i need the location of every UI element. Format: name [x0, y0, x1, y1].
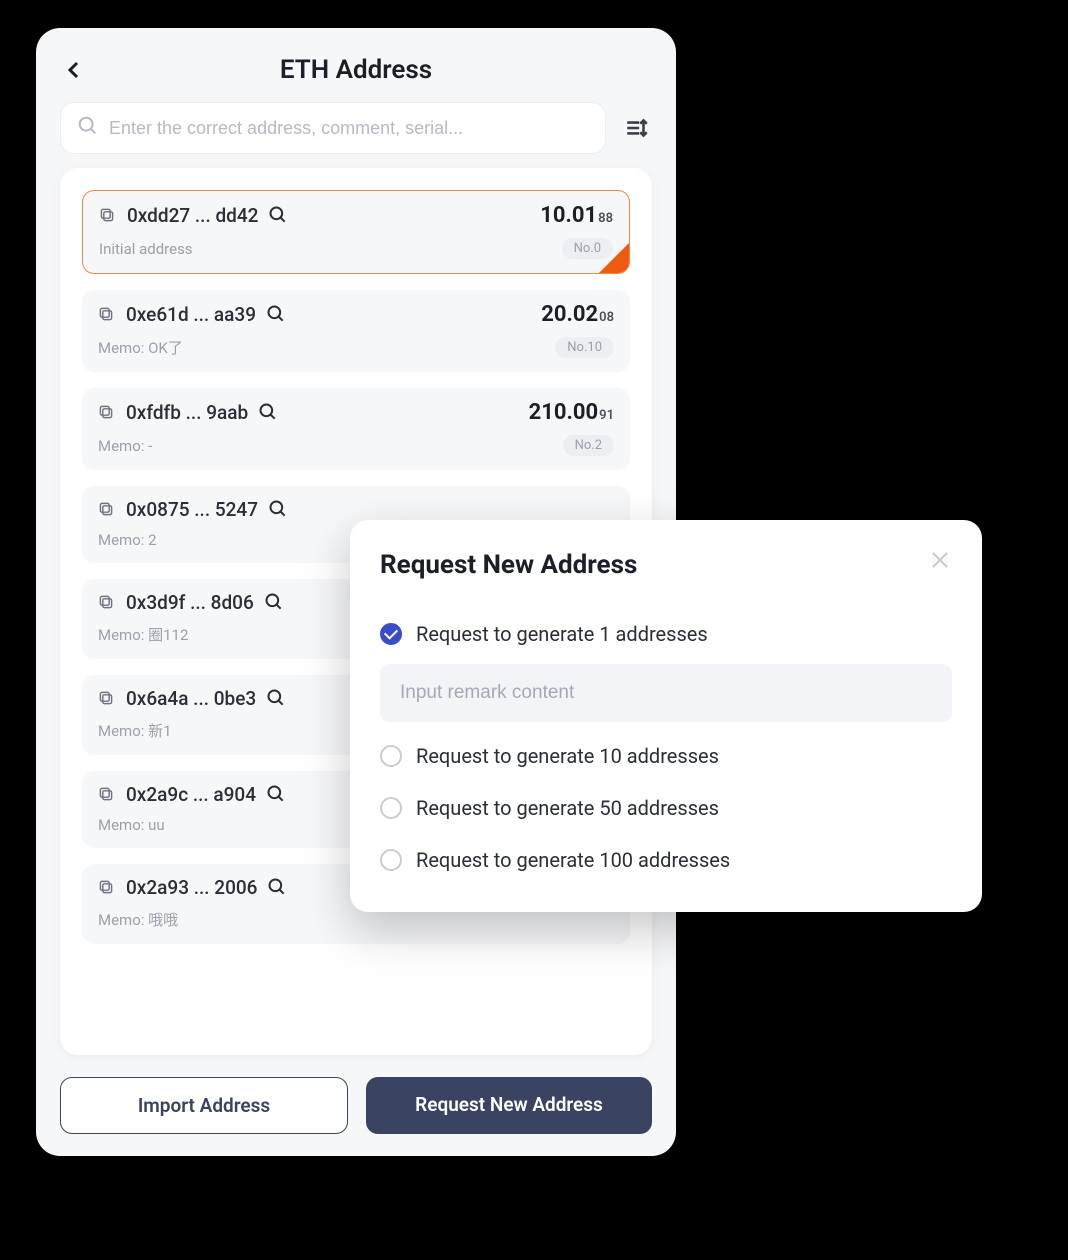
address-card[interactable]: 0xe61d ... aa39 20.0208 Memo: OK了 No.10	[82, 290, 630, 372]
balance-decimals: 08	[599, 310, 614, 325]
request-address-modal: Request New Address Request to generate …	[350, 520, 982, 912]
address-sub-row: Memo: 哦哦	[98, 909, 614, 930]
search-row	[36, 102, 676, 168]
copy-icon[interactable]	[98, 786, 116, 804]
copy-icon[interactable]	[98, 306, 116, 324]
index-badge: No.2	[563, 435, 614, 456]
header: ETH Address	[36, 28, 676, 102]
address-text: 0x2a93 ... 2006	[126, 876, 257, 899]
balance: 20.0208	[541, 302, 614, 327]
address-text: 0xfdfb ... 9aab	[126, 401, 248, 424]
option-label: Request to generate 10 addresses	[416, 744, 719, 768]
generate-option[interactable]: Request to generate 10 addresses	[380, 730, 952, 782]
remark-input[interactable]	[400, 682, 932, 704]
page-title: ETH Address	[36, 55, 676, 85]
address-row: 0xfdfb ... 9aab 210.0091	[98, 400, 614, 425]
back-button[interactable]	[60, 56, 88, 84]
radio-unchecked-icon[interactable]	[380, 849, 402, 871]
memo-text: Memo: -	[98, 437, 152, 455]
copy-icon[interactable]	[98, 879, 116, 897]
index-badge: No.0	[562, 238, 613, 259]
modal-header: Request New Address	[380, 550, 952, 580]
search-icon	[77, 115, 99, 141]
request-new-address-button[interactable]: Request New Address	[366, 1077, 652, 1134]
modal-title: Request New Address	[380, 550, 637, 580]
balance-decimals: 91	[599, 408, 614, 423]
address-row: 0x0875 ... 5247	[98, 498, 614, 521]
lookup-icon[interactable]	[264, 592, 286, 614]
copy-icon[interactable]	[98, 690, 116, 708]
search-field[interactable]	[60, 102, 606, 154]
balance-value: 10.01	[540, 203, 597, 228]
import-address-button[interactable]: Import Address	[60, 1077, 348, 1134]
memo-text: Memo: uu	[98, 816, 165, 834]
radio-checked-icon[interactable]	[380, 623, 402, 645]
generate-option[interactable]: Request to generate 50 addresses	[380, 782, 952, 834]
close-button[interactable]	[930, 550, 952, 572]
address-row: 0xdd27 ... dd42 10.0188	[99, 203, 613, 228]
balance-value: 210.00	[529, 400, 599, 425]
address-text: 0xdd27 ... dd42	[127, 204, 258, 227]
address-text: 0x6a4a ... 0be3	[126, 687, 256, 710]
address-text: 0x3d9f ... 8d06	[126, 591, 254, 614]
lookup-icon[interactable]	[258, 402, 280, 424]
memo-text: Memo: 2	[98, 531, 157, 549]
radio-unchecked-icon[interactable]	[380, 745, 402, 767]
lookup-icon[interactable]	[268, 499, 290, 521]
option-label: Request to generate 1 addresses	[416, 622, 708, 646]
option-label: Request to generate 100 addresses	[416, 848, 730, 872]
balance: 210.0091	[529, 400, 614, 425]
address-card[interactable]: 0xfdfb ... 9aab 210.0091 Memo: - No.2	[82, 388, 630, 470]
copy-icon[interactable]	[98, 594, 116, 612]
address-text: 0xe61d ... aa39	[126, 303, 256, 326]
copy-icon[interactable]	[98, 404, 116, 422]
bottom-bar: Import Address Request New Address	[36, 1055, 676, 1156]
address-sub-row: Initial address No.0	[99, 238, 613, 259]
sort-button[interactable]	[622, 113, 652, 143]
option-label: Request to generate 50 addresses	[416, 796, 719, 820]
search-input[interactable]	[109, 118, 589, 139]
address-text: 0x2a9c ... a904	[126, 783, 256, 806]
address-sub-row: Memo: - No.2	[98, 435, 614, 456]
balance: 10.0188	[540, 203, 613, 228]
address-row: 0xe61d ... aa39 20.0208	[98, 302, 614, 327]
copy-icon[interactable]	[99, 207, 117, 225]
lookup-icon[interactable]	[267, 877, 289, 899]
copy-icon[interactable]	[98, 501, 116, 519]
address-card[interactable]: 0xdd27 ... dd42 10.0188 Initial address No.…	[82, 190, 630, 274]
modal-options: Request to generate 1 addresses Request t…	[380, 608, 952, 886]
generate-option[interactable]: Request to generate 1 addresses	[380, 608, 952, 660]
balance-value: 20.02	[541, 302, 598, 327]
remark-input-container	[380, 664, 952, 722]
memo-text: Memo: 新1	[98, 720, 172, 741]
generate-option[interactable]: Request to generate 100 addresses	[380, 834, 952, 886]
memo-text: Memo: OK了	[98, 337, 183, 358]
balance-decimals: 88	[598, 211, 613, 226]
memo-text: Initial address	[99, 240, 193, 258]
memo-text: Memo: 圈112	[98, 624, 188, 645]
address-text: 0x0875 ... 5247	[126, 498, 258, 521]
radio-unchecked-icon[interactable]	[380, 797, 402, 819]
lookup-icon[interactable]	[266, 688, 288, 710]
address-sub-row: Memo: OK了 No.10	[98, 337, 614, 358]
lookup-icon[interactable]	[266, 784, 288, 806]
memo-text: Memo: 哦哦	[98, 909, 178, 930]
lookup-icon[interactable]	[266, 304, 288, 326]
lookup-icon[interactable]	[268, 205, 290, 227]
index-badge: No.10	[555, 337, 614, 358]
